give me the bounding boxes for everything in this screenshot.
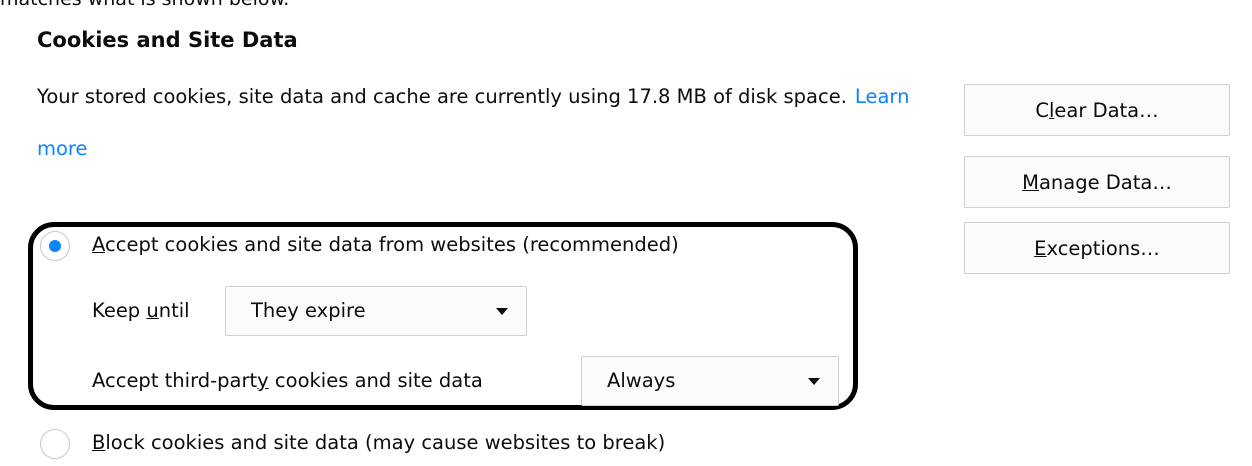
manage-data-access-key: M [1022, 170, 1039, 194]
section-title: Cookies and Site Data [37, 28, 298, 52]
exceptions-button[interactable]: Exceptions… [964, 222, 1230, 274]
accept-cookies-radio[interactable] [40, 231, 70, 261]
keep-until-label-post: ntil [158, 299, 190, 322]
accept-cookies-label-text: ccept cookies and site data from website… [105, 233, 679, 256]
third-party-access-key: y [257, 369, 269, 392]
clear-data-label-post: ear Data… [1054, 98, 1159, 122]
keep-until-dropdown[interactable]: They expire [225, 286, 527, 336]
chevron-down-icon [496, 308, 508, 315]
keep-until-label-pre: Keep [92, 299, 147, 322]
clipped-text-line: matches what is shown below. [0, 0, 289, 10]
keep-until-label: Keep until [92, 299, 190, 322]
manage-data-button[interactable]: Manage Data… [964, 156, 1230, 208]
third-party-dropdown[interactable]: Always [581, 356, 839, 406]
exceptions-access-key: E [1034, 236, 1047, 260]
clear-data-label-pre: C [1035, 98, 1049, 122]
block-cookies-radio[interactable] [40, 429, 70, 459]
manage-data-label-post: anage Data… [1038, 170, 1172, 194]
block-cookies-label[interactable]: Block cookies and site data (may cause w… [92, 431, 665, 454]
third-party-label: Accept third-party cookies and site data [92, 369, 483, 392]
third-party-label-pre: Accept third-part [92, 369, 258, 392]
chevron-down-icon [808, 378, 820, 385]
keep-until-access-key: u [146, 299, 159, 322]
keep-until-selected-value: They expire [251, 299, 366, 322]
block-cookies-label-text: lock cookies and site data (may cause we… [105, 431, 666, 454]
storage-description-text: Your stored cookies, site data and cache… [37, 85, 847, 108]
exceptions-label-post: xceptions… [1046, 236, 1160, 260]
third-party-selected-value: Always [607, 369, 676, 392]
clear-data-button[interactable]: Cl ear Data… [964, 84, 1230, 136]
storage-description: Your stored cookies, site data and cache… [37, 71, 937, 175]
accept-cookies-label[interactable]: Accept cookies and site data from websit… [92, 233, 679, 256]
accept-cookies-access-key: A [92, 233, 105, 256]
block-cookies-access-key: B [92, 431, 106, 454]
third-party-label-post: cookies and site data [268, 369, 483, 392]
